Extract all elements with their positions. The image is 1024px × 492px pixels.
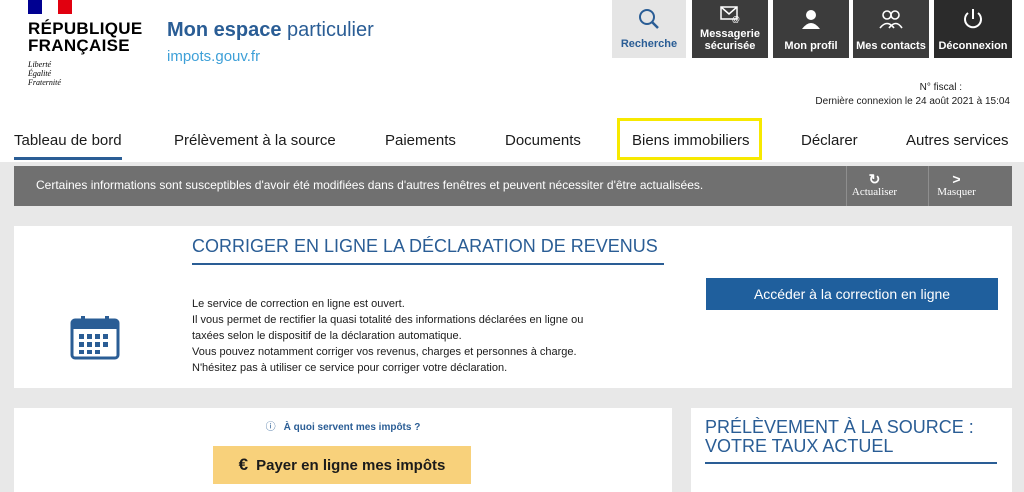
fiscal-number: N° fiscal : <box>919 82 962 93</box>
motto-liberte: Liberté <box>28 60 52 69</box>
refresh-alert: Certaines informations sont susceptibles… <box>14 166 1012 206</box>
power-icon <box>934 8 1012 35</box>
highlight-frame <box>617 118 762 160</box>
page-title[interactable]: Mon espace particulier <box>167 19 374 42</box>
marianne-logo[interactable] <box>28 0 72 14</box>
republique-francaise-label: RÉPUBLIQUE FRANÇAISE <box>28 19 143 55</box>
tab-tableau-de-bord[interactable]: Tableau de bord <box>14 132 122 160</box>
why-taxes-link[interactable]: ⓘ À quoi servent mes impôts ? <box>14 418 672 433</box>
search-icon <box>612 8 686 35</box>
correction-button[interactable]: Accéder à la correction en ligne <box>706 278 998 310</box>
alert-message: Certaines informations sont susceptibles… <box>36 178 704 192</box>
profile-label: Mon profil <box>784 40 838 52</box>
flag-white <box>42 0 58 14</box>
search-button[interactable]: Recherche <box>612 0 686 58</box>
messaging-button[interactable]: @ Messagerie sécurisée <box>692 0 768 58</box>
site-header: RÉPUBLIQUE FRANÇAISE Liberté Égalité Fra… <box>0 0 1024 120</box>
chevron-right-icon: > <box>952 171 961 187</box>
contacts-button[interactable]: Mes contacts <box>853 0 929 58</box>
hide-label: Masquer <box>937 186 976 198</box>
correction-line: Il vous permet de rectifier la quasi tot… <box>192 314 584 326</box>
hide-button[interactable]: > Masquer <box>928 166 984 206</box>
info-icon: ⓘ <box>265 422 276 433</box>
tab-paiements[interactable]: Paiements <box>385 132 456 149</box>
motto-fraternite: Fraternité <box>28 78 61 87</box>
correction-description: Le service de correction en ligne est ou… <box>192 296 662 376</box>
calendar-icon <box>70 316 120 360</box>
motto: Liberté Égalité Fraternité <box>28 60 61 87</box>
refresh-label: Actualiser <box>851 186 898 198</box>
refresh-icon: ↻ <box>868 171 881 187</box>
correction-title: CORRIGER EN LIGNE LA DÉCLARATION DE REVE… <box>192 237 664 265</box>
correction-line: Vous pouvez notamment corriger vos reven… <box>192 346 577 358</box>
user-icon <box>773 8 849 35</box>
pay-online-button[interactable]: € Payer en ligne mes impôts <box>213 446 471 484</box>
messaging-label: Messagerie sécurisée <box>700 28 760 52</box>
tab-prelevement-a-la-source[interactable]: Prélèvement à la source <box>174 132 336 149</box>
refresh-button[interactable]: ↻ Actualiser <box>846 166 902 206</box>
logout-label: Déconnexion <box>938 40 1008 52</box>
site-url[interactable]: impots.gouv.fr <box>167 48 260 65</box>
contacts-label: Mes contacts <box>856 40 926 52</box>
correction-line: Le service de correction en ligne est ou… <box>192 298 405 310</box>
title-rest: particulier <box>287 19 374 41</box>
euro-icon: € <box>238 455 249 474</box>
main-nav: Tableau de bord Prélèvement à la source … <box>0 124 1024 162</box>
profile-button[interactable]: Mon profil <box>773 0 849 58</box>
correction-line: N'hésitez pas à utiliser ce service pour… <box>192 362 508 374</box>
flag-red <box>58 0 72 14</box>
pas-rate-title: PRÉLÈVEMENT À LA SOURCE : VOTRE TAUX ACT… <box>705 418 997 464</box>
tab-documents[interactable]: Documents <box>505 132 581 149</box>
svg-text:@: @ <box>732 15 740 23</box>
motto-egalite: Égalité <box>28 69 52 78</box>
why-taxes-label: À quoi servent mes impôts ? <box>283 422 421 433</box>
last-connection: Dernière connexion le 24 août 2021 à 15:… <box>815 96 1010 107</box>
pay-online-label: Payer en ligne mes impôts <box>256 457 446 474</box>
search-label: Recherche <box>620 38 678 50</box>
pas-rate-card: PRÉLÈVEMENT À LA SOURCE : VOTRE TAUX ACT… <box>691 408 1012 492</box>
payment-card: ⓘ À quoi servent mes impôts ? € Payer en l… <box>14 408 672 492</box>
correction-card: CORRIGER EN LIGNE LA DÉCLARATION DE REVE… <box>14 226 1012 388</box>
tab-declarer[interactable]: Déclarer <box>801 132 858 149</box>
flag-blue <box>28 0 42 14</box>
envelope-icon: @ <box>692 3 768 28</box>
correction-line: taxées selon le dispositif de la déclara… <box>192 330 462 342</box>
title-bold: Mon espace <box>167 19 282 41</box>
logout-button[interactable]: Déconnexion <box>934 0 1012 58</box>
contacts-icon <box>853 8 929 35</box>
tab-autres-services[interactable]: Autres services <box>906 132 1009 149</box>
